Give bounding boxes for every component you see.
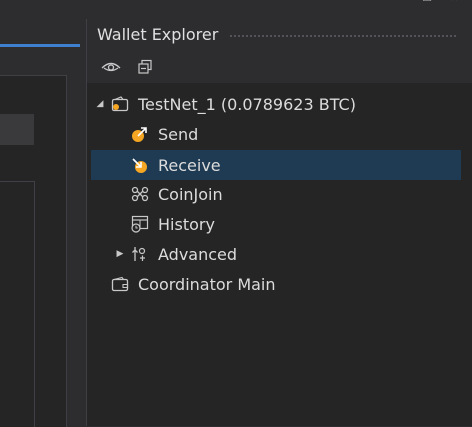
history-icon <box>131 215 149 233</box>
tree-item-label: Advanced <box>158 244 238 264</box>
wallet-icon <box>111 95 129 113</box>
tree-item-coinjoin[interactable]: CoinJoin <box>131 179 451 209</box>
expand-toggle-advanced[interactable]: ▶ <box>115 249 125 259</box>
wallet-icon <box>111 275 129 293</box>
wallet-label: TestNet_1 (0.0789623 BTC) <box>138 94 356 114</box>
collapse-all-icon[interactable] <box>135 57 155 77</box>
tree-item-wallet[interactable]: TestNet_1 (0.0789623 BTC) <box>111 89 451 119</box>
panel-title: Wallet Explorer <box>97 25 219 44</box>
tree-item-send[interactable]: Send <box>131 119 451 149</box>
maximize-window-button[interactable]: ☐ <box>421 0 433 4</box>
document-inner-panel <box>0 181 35 427</box>
tree-item-history[interactable]: History <box>131 209 451 239</box>
coinjoin-icon <box>131 185 149 203</box>
eye-icon[interactable] <box>101 57 121 77</box>
panel-header: Wallet Explorer <box>87 19 472 51</box>
send-icon <box>131 125 149 143</box>
panel-drag-grip[interactable] <box>229 34 457 39</box>
minimize-window-button[interactable]: – <box>396 0 408 4</box>
tree-item-label: History <box>158 214 215 234</box>
tree-item-label: Send <box>158 124 199 144</box>
tree-item-label: Coordinator Main <box>138 274 276 294</box>
tree-item-receive[interactable]: Receive <box>91 150 461 180</box>
tree-item-label: CoinJoin <box>158 184 223 204</box>
tree-item-label: Receive <box>158 155 221 175</box>
receive-icon <box>131 156 149 174</box>
wallet-explorer-panel: Wallet Explorer ◢ TestNet_1 (0.0789623 B… <box>86 19 472 426</box>
active-tab-indicator <box>0 44 80 47</box>
close-window-button[interactable]: ✕ <box>448 0 460 4</box>
tree-item-coordinator-main[interactable]: Coordinator Main <box>111 269 451 299</box>
tree-item-advanced[interactable]: Advanced <box>131 239 451 269</box>
expand-collapse-toggle[interactable]: ◢ <box>95 99 105 109</box>
document-input-field[interactable] <box>0 114 34 145</box>
advanced-icon <box>131 245 149 263</box>
document-area <box>0 0 80 427</box>
panel-toolbar <box>87 51 472 83</box>
